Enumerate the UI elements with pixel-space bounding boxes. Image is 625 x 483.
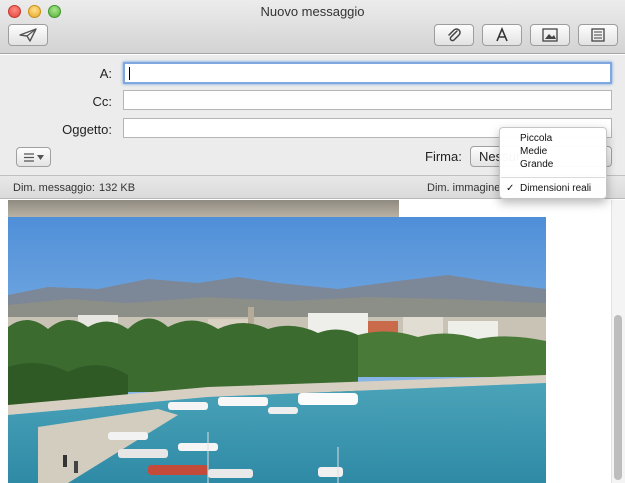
list-icon bbox=[23, 152, 34, 162]
stationery-button[interactable] bbox=[578, 24, 618, 46]
font-icon bbox=[496, 27, 508, 42]
attached-photo[interactable] bbox=[8, 217, 546, 483]
message-body[interactable] bbox=[0, 200, 625, 483]
menu-item-small[interactable]: Piccola bbox=[520, 133, 552, 144]
menu-item-large[interactable]: Grande bbox=[520, 159, 553, 170]
attach-button[interactable] bbox=[434, 24, 474, 46]
menu-separator bbox=[501, 177, 605, 178]
message-size-value: 132 KB bbox=[99, 182, 136, 194]
paperclip-icon bbox=[448, 28, 461, 42]
cc-label: Cc: bbox=[92, 94, 113, 109]
send-icon bbox=[19, 28, 37, 42]
signature-label: Firma: bbox=[425, 149, 462, 164]
send-button[interactable] bbox=[8, 24, 48, 46]
attached-image-top bbox=[8, 200, 399, 217]
cc-field[interactable] bbox=[123, 90, 612, 110]
stationery-icon bbox=[591, 28, 605, 42]
photo-browser-button[interactable] bbox=[530, 24, 570, 46]
message-size-label: Dim. messaggio: bbox=[13, 182, 95, 194]
chevron-down-icon bbox=[36, 154, 44, 160]
to-field[interactable] bbox=[123, 62, 612, 84]
menu-item-medium[interactable]: Medie bbox=[520, 146, 547, 157]
title-bar: Nuovo messaggio bbox=[0, 0, 625, 54]
scrollbar-thumb[interactable] bbox=[614, 315, 622, 480]
header-fields-button[interactable] bbox=[16, 147, 51, 167]
to-label: A: bbox=[99, 66, 112, 81]
subject-label: Oggetto: bbox=[62, 122, 112, 137]
text-caret bbox=[129, 67, 130, 80]
checkmark-icon: ✓ bbox=[506, 183, 515, 194]
image-size-menu: Piccola Medie Grande ✓ Dimensioni reali bbox=[499, 127, 607, 199]
image-size-label: Dim. immagine: bbox=[427, 182, 504, 194]
window-title: Nuovo messaggio bbox=[260, 4, 365, 19]
photo-browser-icon bbox=[542, 28, 558, 42]
menu-item-actual-size[interactable]: Dimensioni reali bbox=[520, 183, 591, 194]
format-button[interactable] bbox=[482, 24, 522, 46]
